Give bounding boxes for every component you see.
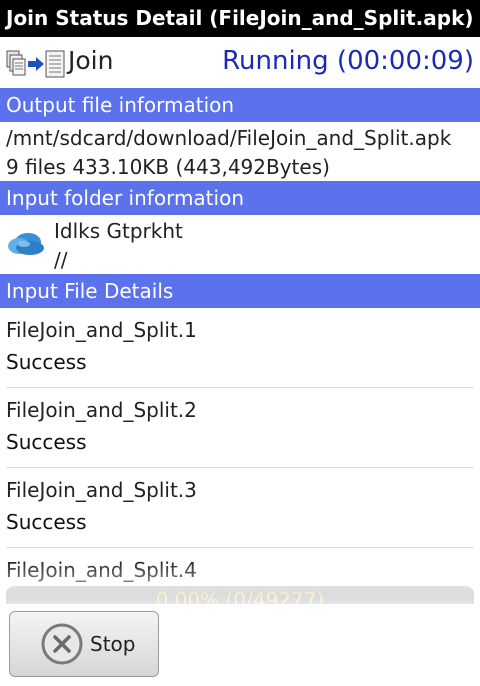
section-input-folder: Input folder information xyxy=(0,181,480,215)
file-status: Success xyxy=(6,510,87,534)
input-folder-name: Idlks Gtprkht xyxy=(54,219,183,243)
join-header: Join Running (00:00:09) xyxy=(0,37,480,88)
running-status: Running (00:00:09) xyxy=(222,46,474,76)
input-file-list[interactable]: FileJoin_and_Split.1 Success FileJoin_an… xyxy=(0,308,480,608)
file-name: FileJoin_and_Split.4 xyxy=(6,558,197,582)
file-name: FileJoin_and_Split.2 xyxy=(6,398,197,422)
list-item[interactable]: FileJoin_and_Split.2 Success xyxy=(6,388,474,468)
output-summary: 9 files 433.10KB (443,492Bytes) xyxy=(6,155,330,179)
close-circle-icon xyxy=(41,623,83,665)
file-name: FileJoin_and_Split.1 xyxy=(6,318,197,342)
stop-button[interactable]: Stop xyxy=(9,611,159,677)
stop-button-label: Stop xyxy=(90,632,136,656)
section-output-info: Output file information xyxy=(0,88,480,122)
window-title: Join Status Detail (FileJoin_and_Split.a… xyxy=(0,0,480,37)
skydrive-cloud-icon xyxy=(8,233,44,255)
output-path: /mnt/sdcard/download/FileJoin_and_Split.… xyxy=(6,126,452,150)
section-input-files: Input File Details xyxy=(0,274,480,308)
mode-label: Join xyxy=(68,46,114,75)
file-join-icon xyxy=(6,50,65,78)
list-item[interactable]: FileJoin_and_Split.1 Success xyxy=(6,308,474,388)
file-status: Success xyxy=(6,350,87,374)
file-status: Success xyxy=(6,430,87,454)
file-name: FileJoin_and_Split.3 xyxy=(6,478,197,502)
input-folder-path: // xyxy=(54,248,68,272)
list-item[interactable]: FileJoin_and_Split.3 Success xyxy=(6,468,474,548)
